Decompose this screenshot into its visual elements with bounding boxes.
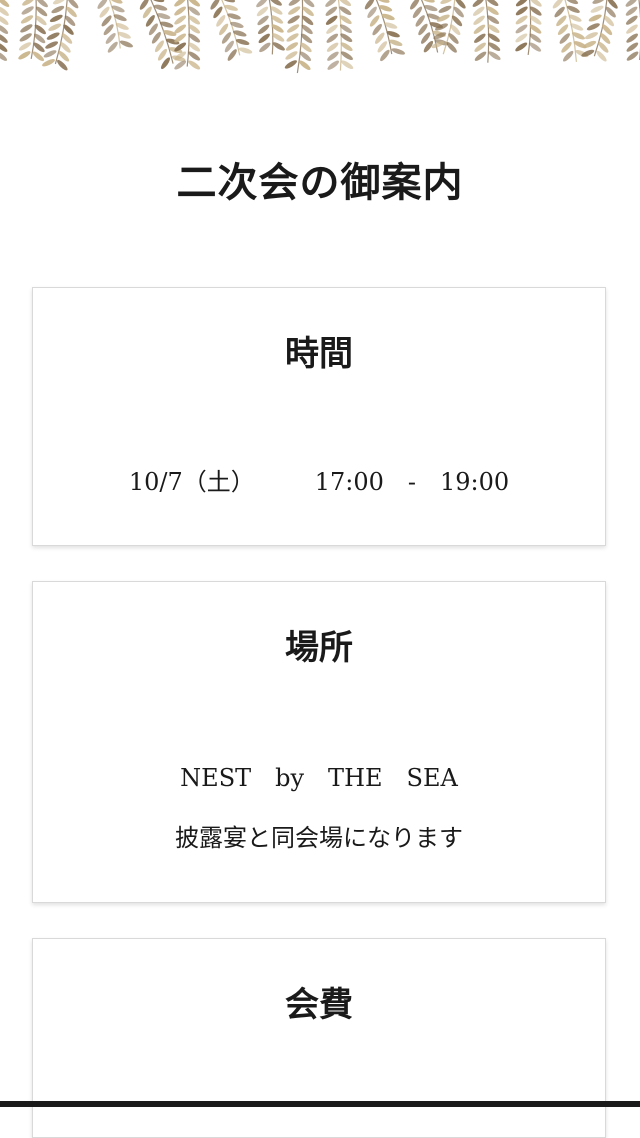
bottom-bar: [0, 1101, 640, 1107]
time-heading: 時間: [285, 334, 353, 374]
page-title: 二次会の御案内: [176, 159, 464, 206]
end-time: 19:00: [440, 468, 510, 496]
venue-note: 披露宴と同会場になります: [175, 824, 463, 852]
venue-name: NEST by THE SEA: [180, 764, 458, 792]
leaf-garland-icon: [0, 0, 640, 80]
place-heading: 場所: [285, 628, 353, 668]
event-date: 10/7（土）: [128, 468, 243, 496]
time-line: 10/7（土） 17:00 - 19:00: [33, 462, 605, 497]
place-card: 場所 NEST by THE SEA 披露宴と同会場になります: [32, 581, 606, 903]
fee-card: 会費: [32, 938, 606, 1138]
time-card: 時間 10/7（土） 17:00 - 19:00: [32, 287, 606, 546]
time-separator: -: [407, 468, 416, 496]
start-time: 17:00: [314, 468, 384, 496]
fee-heading: 会費: [285, 985, 353, 1025]
